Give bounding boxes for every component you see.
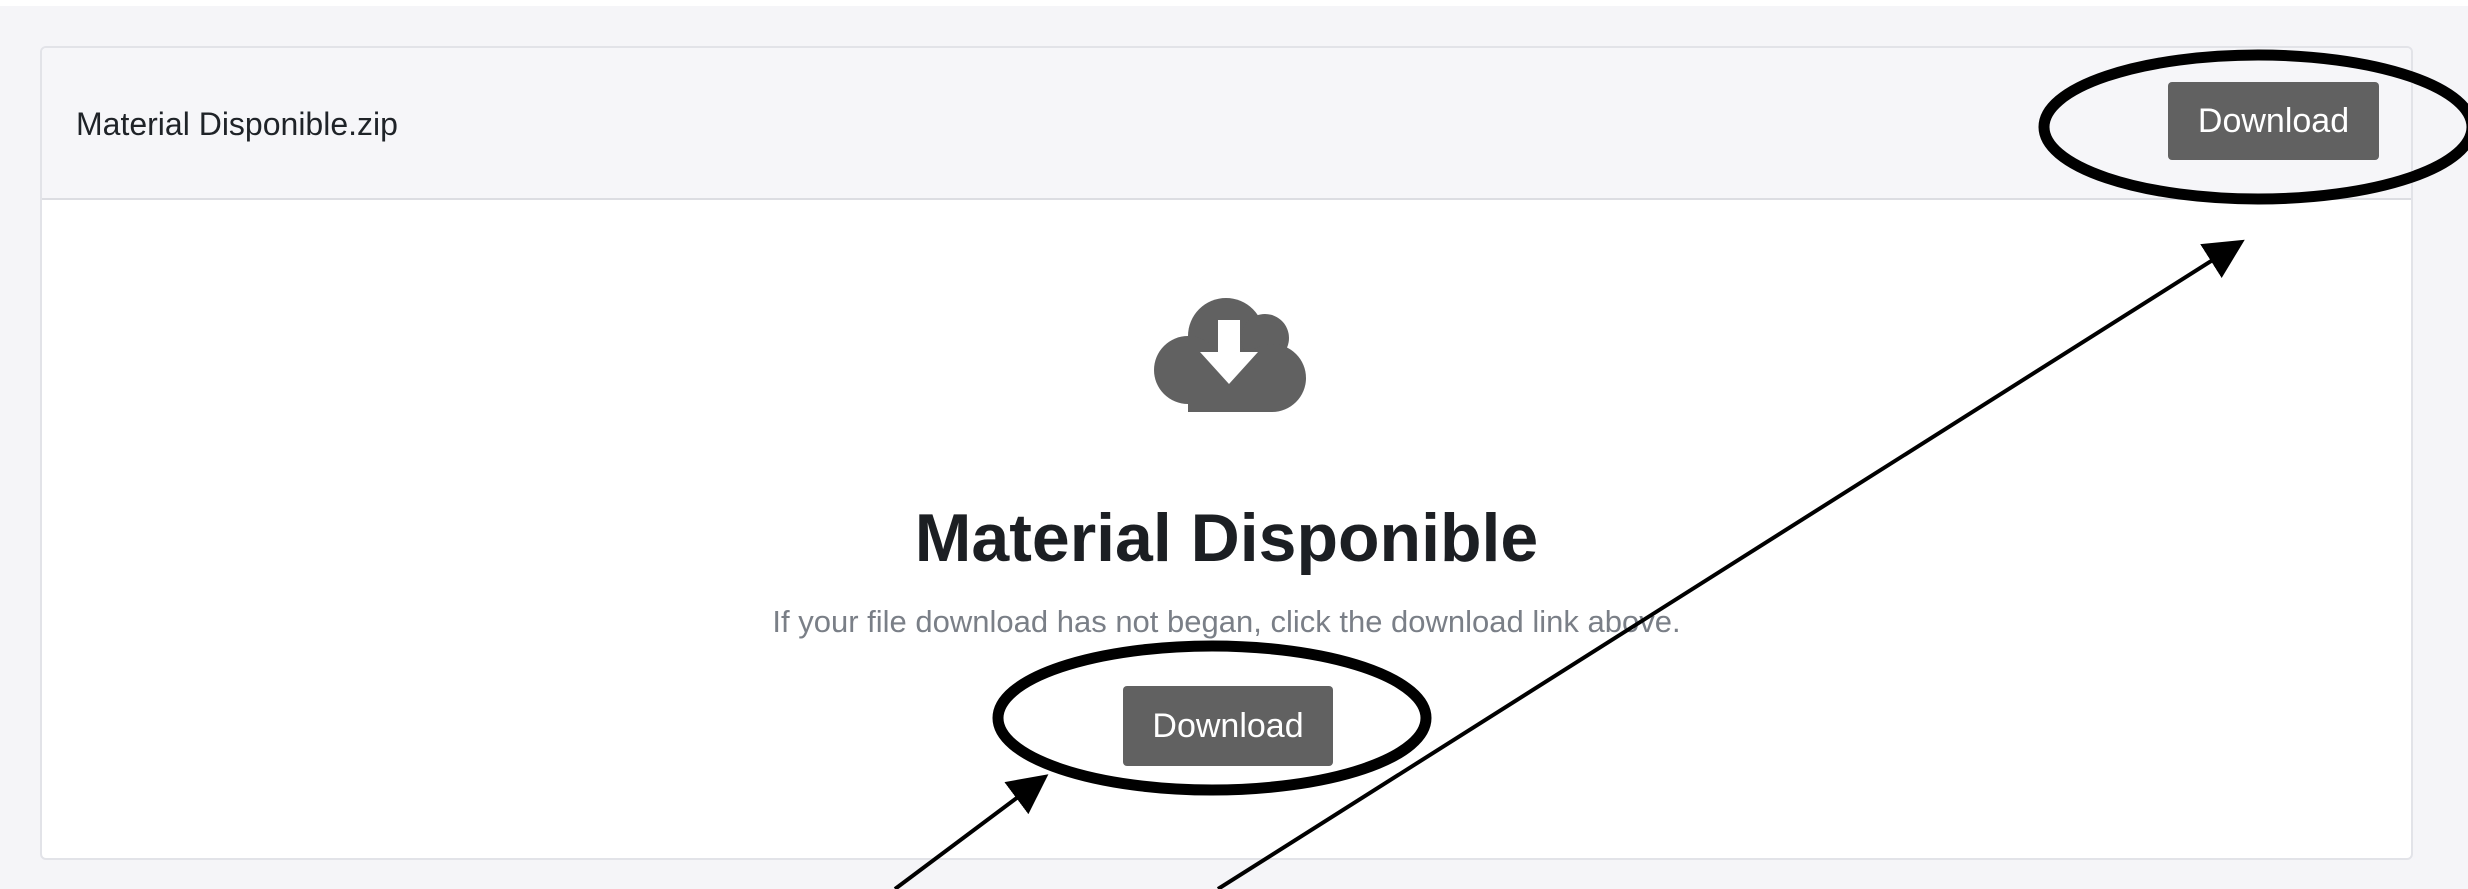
main-download-button[interactable]: Download	[1123, 686, 1333, 766]
file-name: Material Disponible.zip	[76, 106, 398, 142]
download-message: If your file download has not began, cli…	[772, 604, 1681, 639]
header-download-button[interactable]: Download	[2168, 82, 2379, 160]
page-title: Material Disponible	[914, 500, 1539, 576]
card-header: Material Disponible.zip Download	[42, 48, 2411, 200]
cloud-download-icon	[1154, 298, 1306, 412]
download-card: Material Disponible.zip Download Materia…	[40, 46, 2413, 860]
